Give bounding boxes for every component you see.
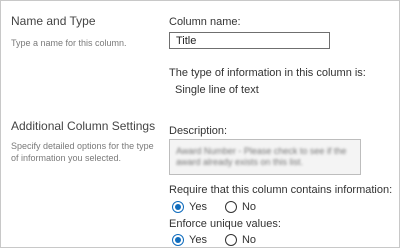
unique-values-yes-radio[interactable] — [172, 234, 184, 246]
additional-settings-description: Specify detailed options for the type of… — [11, 141, 154, 163]
unique-values-yes-option[interactable]: Yes — [172, 234, 207, 246]
type-info-label: The type of information in this column i… — [169, 67, 366, 79]
column-name-label: Column name: — [169, 16, 241, 28]
require-info-no-label: No — [241, 201, 257, 213]
unique-values-radio-group: Yes No — [172, 234, 274, 246]
require-info-no-radio[interactable] — [224, 201, 237, 213]
name-and-type-description: Type a name for this column. — [11, 38, 127, 48]
unique-values-no-label: No — [241, 234, 257, 246]
unique-values-label: Enforce unique values: — [169, 218, 281, 230]
description-label: Description: — [169, 125, 228, 137]
require-info-radio-group: Yes No — [172, 201, 274, 213]
require-info-yes-option[interactable]: Yes — [172, 201, 207, 213]
unique-values-no-radio[interactable] — [224, 234, 237, 246]
description-text: Award Number - Please check to see if th… — [176, 146, 347, 167]
type-info-value: Single line of text — [175, 84, 259, 96]
name-and-type-title: Name and Type — [11, 14, 96, 28]
unique-values-yes-label: Yes — [189, 234, 207, 246]
require-info-no-option[interactable]: No — [224, 201, 257, 213]
unique-values-no-option[interactable]: No — [224, 234, 257, 246]
description-textarea[interactable]: Award Number - Please check to see if th… — [169, 139, 361, 175]
additional-settings-title: Additional Column Settings — [11, 119, 156, 133]
require-info-yes-radio[interactable] — [172, 201, 184, 213]
column-name-input[interactable] — [169, 32, 330, 49]
column-settings-panel: Name and Type Type a name for this colum… — [0, 0, 400, 248]
require-info-yes-label: Yes — [189, 201, 207, 213]
require-info-label: Require that this column contains inform… — [169, 184, 393, 196]
